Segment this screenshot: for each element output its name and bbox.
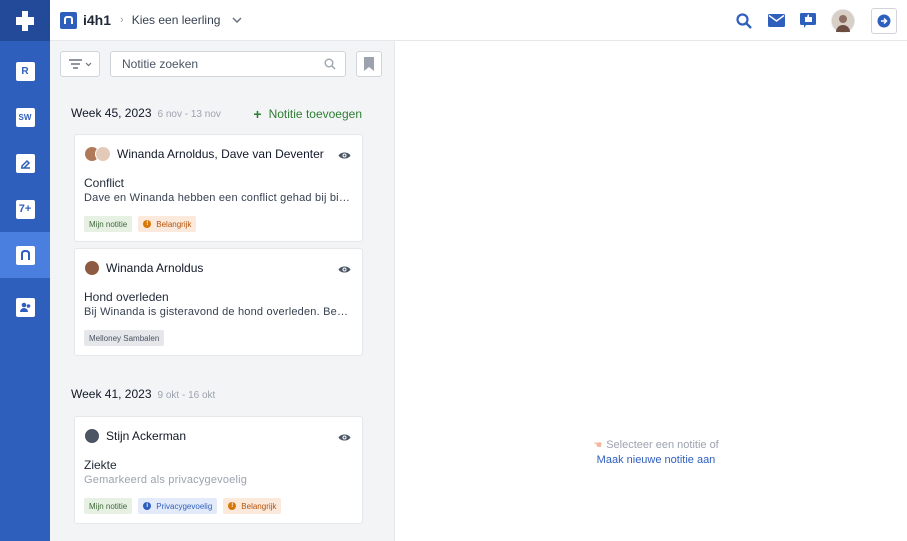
search-input[interactable] xyxy=(122,52,322,76)
studiewijzer-icon: SW xyxy=(15,107,35,127)
week-header: Week 41, 2023 9 okt - 16 okt xyxy=(71,387,215,403)
grades-icon: 7+ xyxy=(15,199,35,219)
tag-mijn-notitie: Mijn notitie xyxy=(84,498,133,514)
add-note-button[interactable]: + Notitie toevoegen xyxy=(253,106,362,122)
eye-icon[interactable] xyxy=(338,151,351,160)
tag-label: Belangrijk xyxy=(156,219,192,229)
nav-cijfers[interactable]: 7+ xyxy=(0,192,50,226)
search-icon[interactable] xyxy=(735,12,753,30)
card-header: Stijn Ackerman xyxy=(84,428,186,444)
alert-icon: ! xyxy=(228,502,237,510)
week-range: 6 nov - 13 nov xyxy=(157,109,221,120)
group-name[interactable]: i4h1 xyxy=(83,12,111,28)
tag-label: Privacygevoelig xyxy=(156,501,213,511)
thumbs-up-icon[interactable] xyxy=(799,12,817,30)
chevron-down-icon xyxy=(85,62,91,66)
eye-icon[interactable] xyxy=(338,265,351,274)
tag-mijn-notitie: Mijn notitie xyxy=(84,216,133,232)
create-note-link[interactable]: Maak nieuwe notitie aan xyxy=(395,454,907,466)
note-card[interactable]: Winanda Arnoldus Hond overleden Bij Wina… xyxy=(74,248,363,356)
tag-belangrijk: ! Belangrijk xyxy=(223,498,282,514)
top-bar: i4h1 › Kies een leerling xyxy=(50,0,907,41)
note-people: Winanda Arnoldus xyxy=(106,261,204,275)
info-icon: i xyxy=(143,502,152,510)
calendar-icon: R xyxy=(15,61,35,81)
note-people: Winanda Arnoldus, Dave van Deventer xyxy=(117,147,324,161)
nav-opdrachten[interactable] xyxy=(0,146,50,180)
notes-icon xyxy=(15,245,35,265)
week-title: Week 45, 2023 xyxy=(71,106,152,120)
list-toolbar xyxy=(60,51,383,77)
top-actions xyxy=(721,0,907,41)
nav-studiewijzer[interactable]: SW xyxy=(0,100,50,134)
chevron-right-icon: › xyxy=(120,14,124,26)
empty-state-text: ☚ Selecteer een notitie of xyxy=(395,439,907,451)
note-snippet: Dave en Winanda hebben een conflict geha… xyxy=(84,192,354,204)
search-icon xyxy=(324,58,336,70)
empty-state: ☚ Selecteer een notitie of Maak nieuwe n… xyxy=(395,439,907,466)
nav-rooster[interactable]: R xyxy=(0,54,50,88)
bookmark-button[interactable] xyxy=(356,51,382,77)
note-tags: Mijn notitie ! Belangrijk xyxy=(84,216,197,232)
note-detail-panel: ☚ Selecteer een notitie of Maak nieuwe n… xyxy=(395,41,907,541)
note-snippet: Bij Winanda is gisteravond de hond overl… xyxy=(84,306,354,318)
notes-list-panel: Week 45, 2023 6 nov - 13 nov + Notitie t… xyxy=(50,41,395,541)
left-nav: R SW 7+ xyxy=(0,0,50,541)
tag-author: Melloney Sambalen xyxy=(84,330,165,346)
note-tags: Melloney Sambalen xyxy=(84,330,165,346)
student-picker[interactable]: Kies een leerling xyxy=(132,13,221,27)
note-card[interactable]: Stijn Ackerman Ziekte Gemarkeerd als pri… xyxy=(74,416,363,524)
tag-privacygevoelig: i Privacygevoelig xyxy=(138,498,218,514)
eye-icon[interactable] xyxy=(338,433,351,442)
edit-icon xyxy=(15,153,35,173)
bookmark-icon xyxy=(364,57,374,71)
logout-icon xyxy=(877,14,891,27)
note-snippet: Gemarkeerd als privacygevoelig xyxy=(84,474,248,486)
avatar xyxy=(95,146,111,162)
nav-leerlingen[interactable] xyxy=(0,290,50,324)
note-title: Hond overleden xyxy=(84,290,169,304)
chevron-down-icon[interactable] xyxy=(232,15,242,26)
filter-icon xyxy=(68,59,82,69)
note-title: Conflict xyxy=(84,176,125,190)
people-icon xyxy=(15,297,35,317)
plus-icon: + xyxy=(253,106,262,122)
alert-icon: ! xyxy=(143,220,152,228)
week-range: 9 okt - 16 okt xyxy=(157,390,216,401)
tag-label: Belangrijk xyxy=(241,501,277,511)
avatar xyxy=(84,428,100,444)
week-header: Week 45, 2023 6 nov - 13 nov xyxy=(71,106,221,122)
note-card[interactable]: Winanda Arnoldus, Dave van Deventer Conf… xyxy=(74,134,363,242)
note-title: Ziekte xyxy=(84,458,117,472)
card-header: Winanda Arnoldus xyxy=(84,260,203,276)
card-header: Winanda Arnoldus, Dave van Deventer xyxy=(84,146,324,162)
avatar xyxy=(84,260,100,276)
week-title: Week 41, 2023 xyxy=(71,387,152,401)
empty-state-label: Selecteer een notitie of xyxy=(606,439,719,451)
search-box xyxy=(110,51,346,77)
mail-icon[interactable] xyxy=(767,12,785,30)
filter-button[interactable] xyxy=(60,51,100,77)
pointing-hand-icon: ☚ xyxy=(593,439,603,451)
logout-button[interactable] xyxy=(871,7,897,34)
add-note-label: Notitie toevoegen xyxy=(268,107,362,121)
note-people: Stijn Ackerman xyxy=(106,429,187,443)
nav-notities[interactable] xyxy=(0,232,50,278)
note-tags: Mijn notitie i Privacygevoelig ! Belangrij… xyxy=(84,498,282,514)
group-icon xyxy=(60,11,77,29)
tag-belangrijk: ! Belangrijk xyxy=(138,216,197,232)
app-logo-icon[interactable] xyxy=(0,0,50,41)
avatar[interactable] xyxy=(831,8,855,33)
